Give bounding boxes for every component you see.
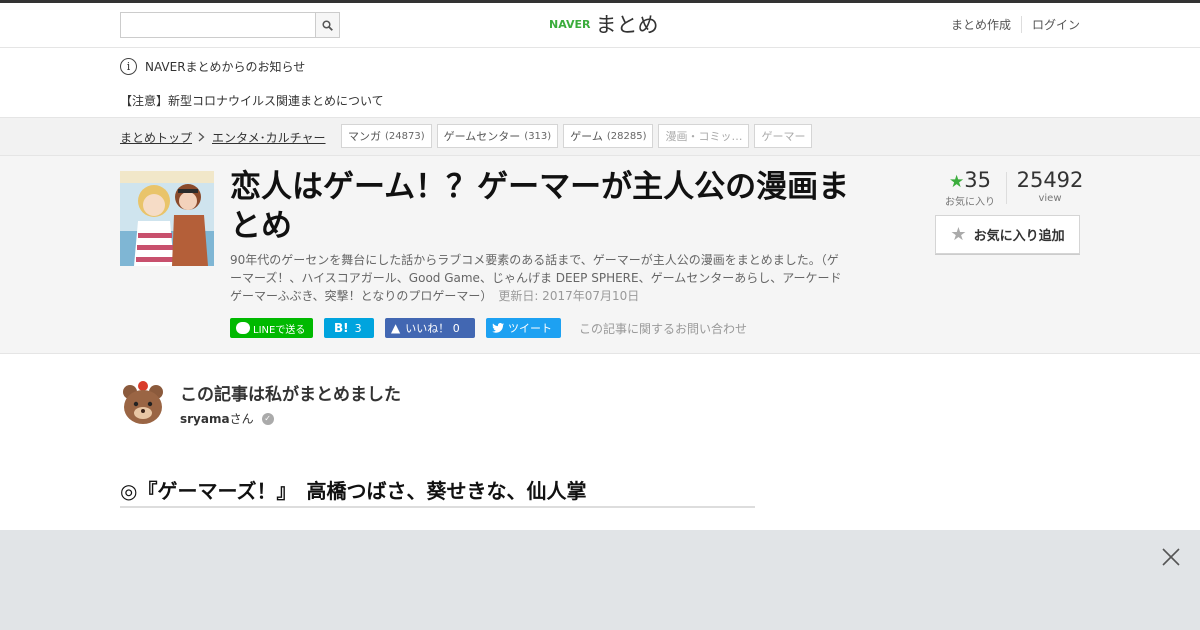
breadcrumb-top[interactable]: まとめトップ: [120, 129, 192, 146]
top-links: まとめ作成 ログイン: [941, 16, 1080, 33]
star-icon: ★: [950, 224, 967, 245]
stats-divider: [1006, 172, 1007, 204]
info-icon: i: [120, 58, 137, 75]
updated-date: 更新日: 2017年07月10日: [498, 289, 640, 303]
site-logo[interactable]: NAVER まとめ: [549, 9, 658, 39]
tag-label: マンガ: [348, 130, 381, 143]
facebook-like-label: いいね！ 0: [405, 322, 460, 335]
notice-link[interactable]: 【注意】新型コロナウイルス関連まとめについて: [120, 92, 384, 109]
tag-label: ゲームセンター: [443, 130, 521, 143]
tag-label: 漫画・コミッ…: [665, 130, 743, 143]
tag-game[interactable]: ゲーム (28285): [563, 124, 654, 148]
notice-heading-text: NAVERまとめからのお知らせ: [145, 60, 306, 74]
notice-heading: i NAVERまとめからのお知らせ: [120, 58, 305, 75]
line-icon: [236, 322, 250, 334]
author-suffix: さん: [229, 412, 254, 426]
top-bar: NAVER まとめ まとめ作成 ログイン: [0, 0, 1200, 48]
view-count: 25492 view: [1015, 168, 1085, 204]
create-matome-link[interactable]: まとめ作成: [941, 16, 1021, 33]
author-name[interactable]: sryama: [180, 412, 230, 426]
tag-label: ゲーム: [570, 130, 603, 143]
favorites-number: 35: [964, 168, 991, 192]
verified-icon: ✓: [261, 412, 274, 425]
twitter-tweet-label: ツイート: [508, 322, 552, 335]
author-name-row: sryama さん ✓: [180, 410, 274, 427]
article-header: 恋人はゲーム！？ゲーマーが主人公の漫画まとめ 90年代のゲーセンを舞台にした話か…: [0, 156, 1200, 354]
notice-area: i NAVERまとめからのお知らせ 【注意】新型コロナウイルス関連まとめについて: [0, 48, 1200, 118]
favorites-count: ★35 お気に入り: [940, 168, 1000, 208]
tag-gamer[interactable]: ゲーマー: [754, 124, 813, 148]
author-heading: この記事は私がまとめました: [180, 385, 401, 405]
favorites-label: お気に入り: [945, 197, 995, 208]
article-description: 90年代のゲーセンを舞台にした話からラブコメ要素のある話まで、ゲーマーが主人公の…: [230, 251, 850, 305]
article-thumbnail[interactable]: [120, 171, 214, 266]
thumbs-up-icon: ▲: [391, 321, 401, 335]
login-link[interactable]: ログイン: [1020, 16, 1080, 33]
tag-list: マンガ (24873) ゲームセンター (313) ゲーム (28285) 漫画・コミ…: [341, 124, 817, 148]
ad-overlay: [0, 530, 1200, 630]
tag-count: (313): [524, 130, 552, 142]
search-button[interactable]: [315, 13, 339, 37]
tag-label: ゲーマー: [761, 130, 806, 143]
thumbnail-image: [120, 171, 214, 266]
hatena-bookmark-button[interactable]: B! 3: [324, 318, 374, 338]
twitter-tweet-button[interactable]: ツイート: [486, 318, 561, 338]
chevron-right-icon: [198, 132, 205, 142]
facebook-like-button[interactable]: ▲ いいね！ 0: [385, 318, 475, 338]
line-share-button[interactable]: LINEで送る: [230, 318, 313, 338]
line-share-label: LINEで送る: [253, 324, 306, 336]
avatar[interactable]: [120, 380, 166, 426]
search-input[interactable]: [121, 13, 315, 37]
add-favorite-label: お気に入り追加: [973, 229, 1065, 244]
twitter-bird-icon: [492, 323, 504, 333]
breadcrumb-category[interactable]: エンタメ･カルチャー: [212, 129, 326, 146]
search-box: [120, 12, 340, 38]
contact-link[interactable]: この記事に関するお問い合わせ: [579, 320, 747, 337]
logo-naver: NAVER: [549, 17, 591, 31]
tag-count: (24873): [385, 130, 425, 142]
breadcrumb: まとめトップ エンタメ･カルチャー マンガ (24873) ゲームセンター (313…: [0, 118, 1200, 156]
hatena-icon: B!: [334, 321, 349, 335]
tag-game-center[interactable]: ゲームセンター (313): [436, 124, 559, 148]
article-title: 恋人はゲーム！？ゲーマーが主人公の漫画まとめ: [230, 169, 850, 244]
star-icon: ★: [949, 172, 965, 192]
tag-manga-comic[interactable]: 漫画・コミッ…: [658, 124, 750, 148]
share-bar: LINEで送る B! 3 ▲ いいね！ 0 ツイート この記事に関するお問い合わ…: [230, 318, 747, 338]
section-heading: ◎『ゲーマーズ！』 高橋つばさ、葵せきな、仙人掌: [120, 475, 755, 508]
tag-manga[interactable]: マンガ (24873): [341, 124, 432, 148]
close-icon[interactable]: [1162, 548, 1180, 566]
tag-count: (28285): [606, 130, 647, 142]
view-number: 25492: [1016, 168, 1084, 192]
hatena-count: 3: [354, 321, 362, 335]
add-favorite-button[interactable]: ★ お気に入り追加: [935, 215, 1080, 254]
search-icon: [322, 19, 333, 31]
view-label: view: [1038, 193, 1062, 204]
logo-matome: まとめ: [595, 13, 659, 37]
